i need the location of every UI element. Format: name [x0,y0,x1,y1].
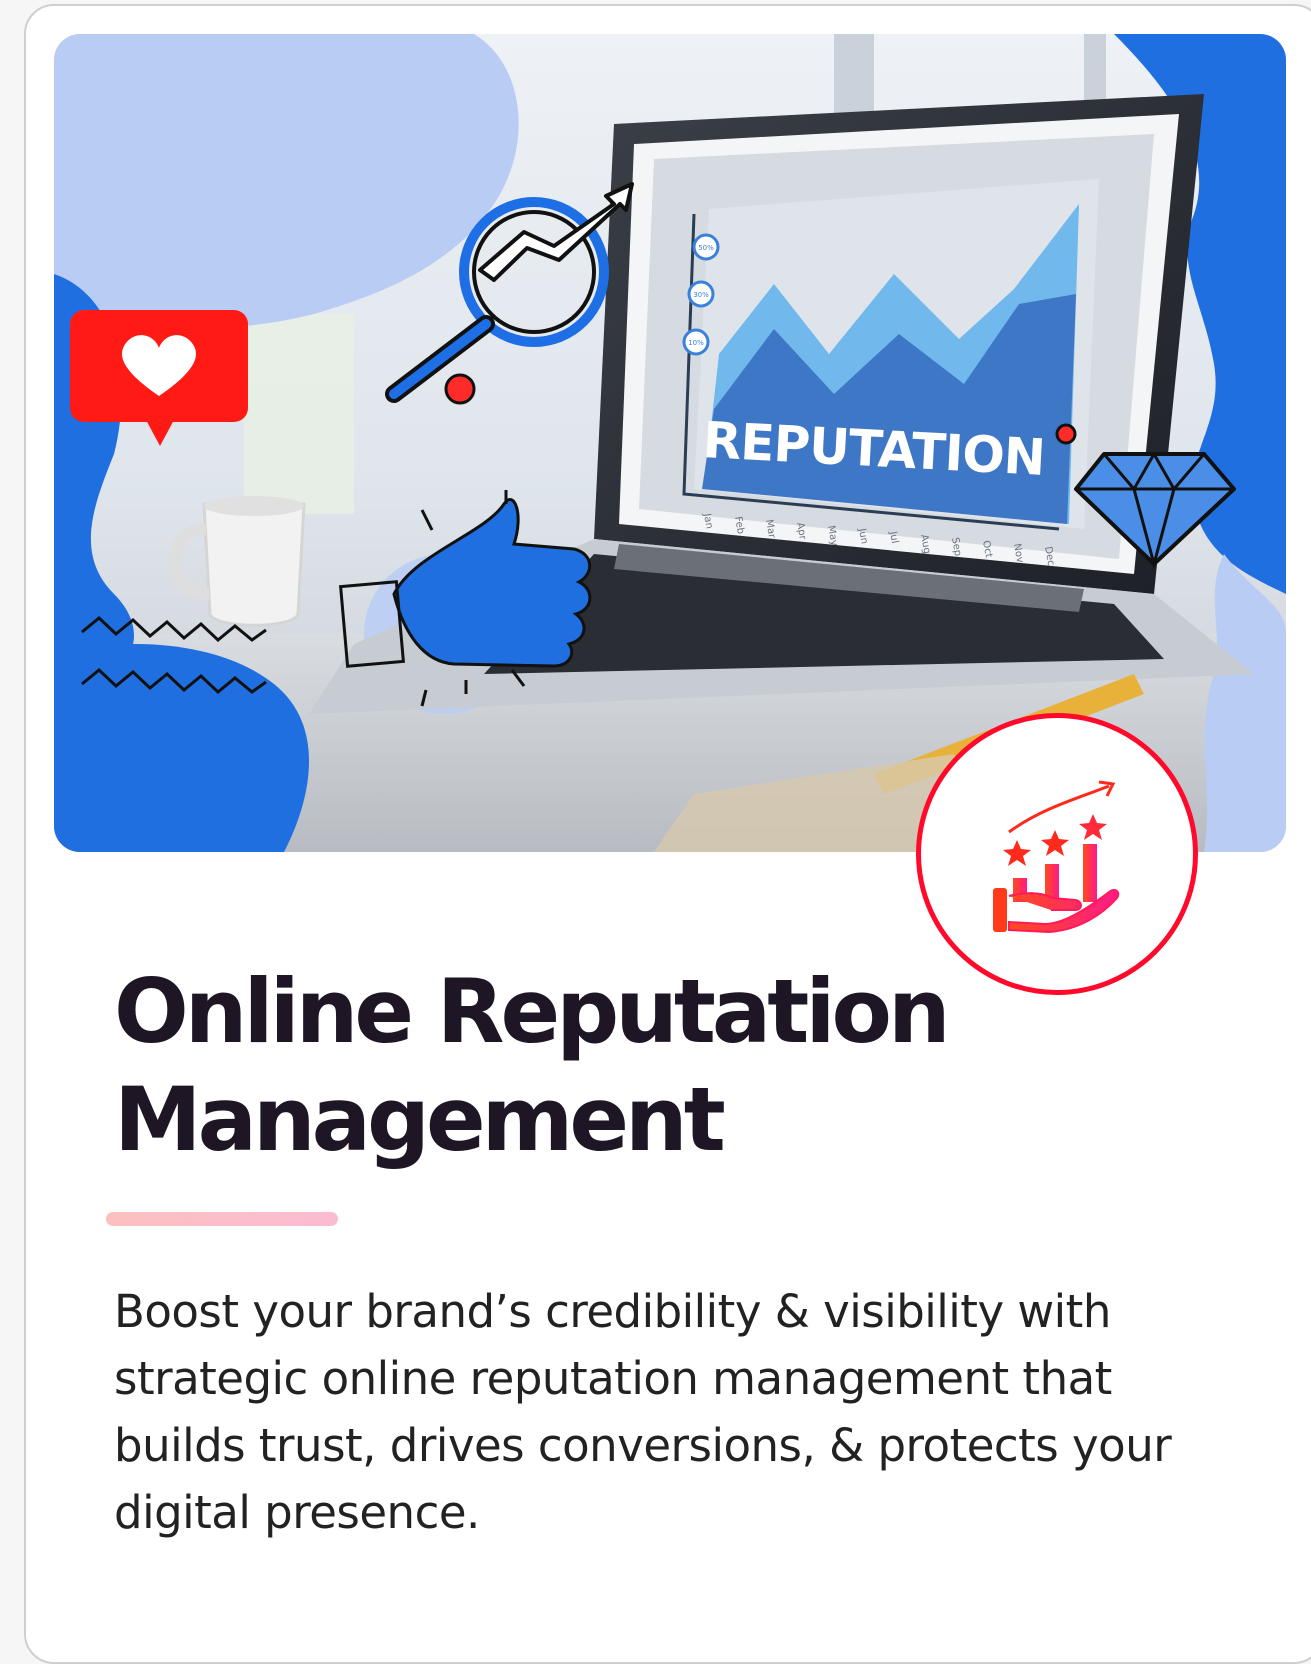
service-title: Online Reputation Management [114,960,951,1171]
rating-growth-hand-icon [993,780,1120,934]
rating-growth-badge [916,713,1198,995]
service-description: Boost your brand’s credibility & visibil… [114,1285,1172,1539]
percent-label: 50% [698,244,714,252]
title-divider [106,1212,338,1226]
screen-month-label: Jul [887,530,900,545]
percent-label: 30% [693,291,709,299]
percent-label: 10% [688,339,704,347]
